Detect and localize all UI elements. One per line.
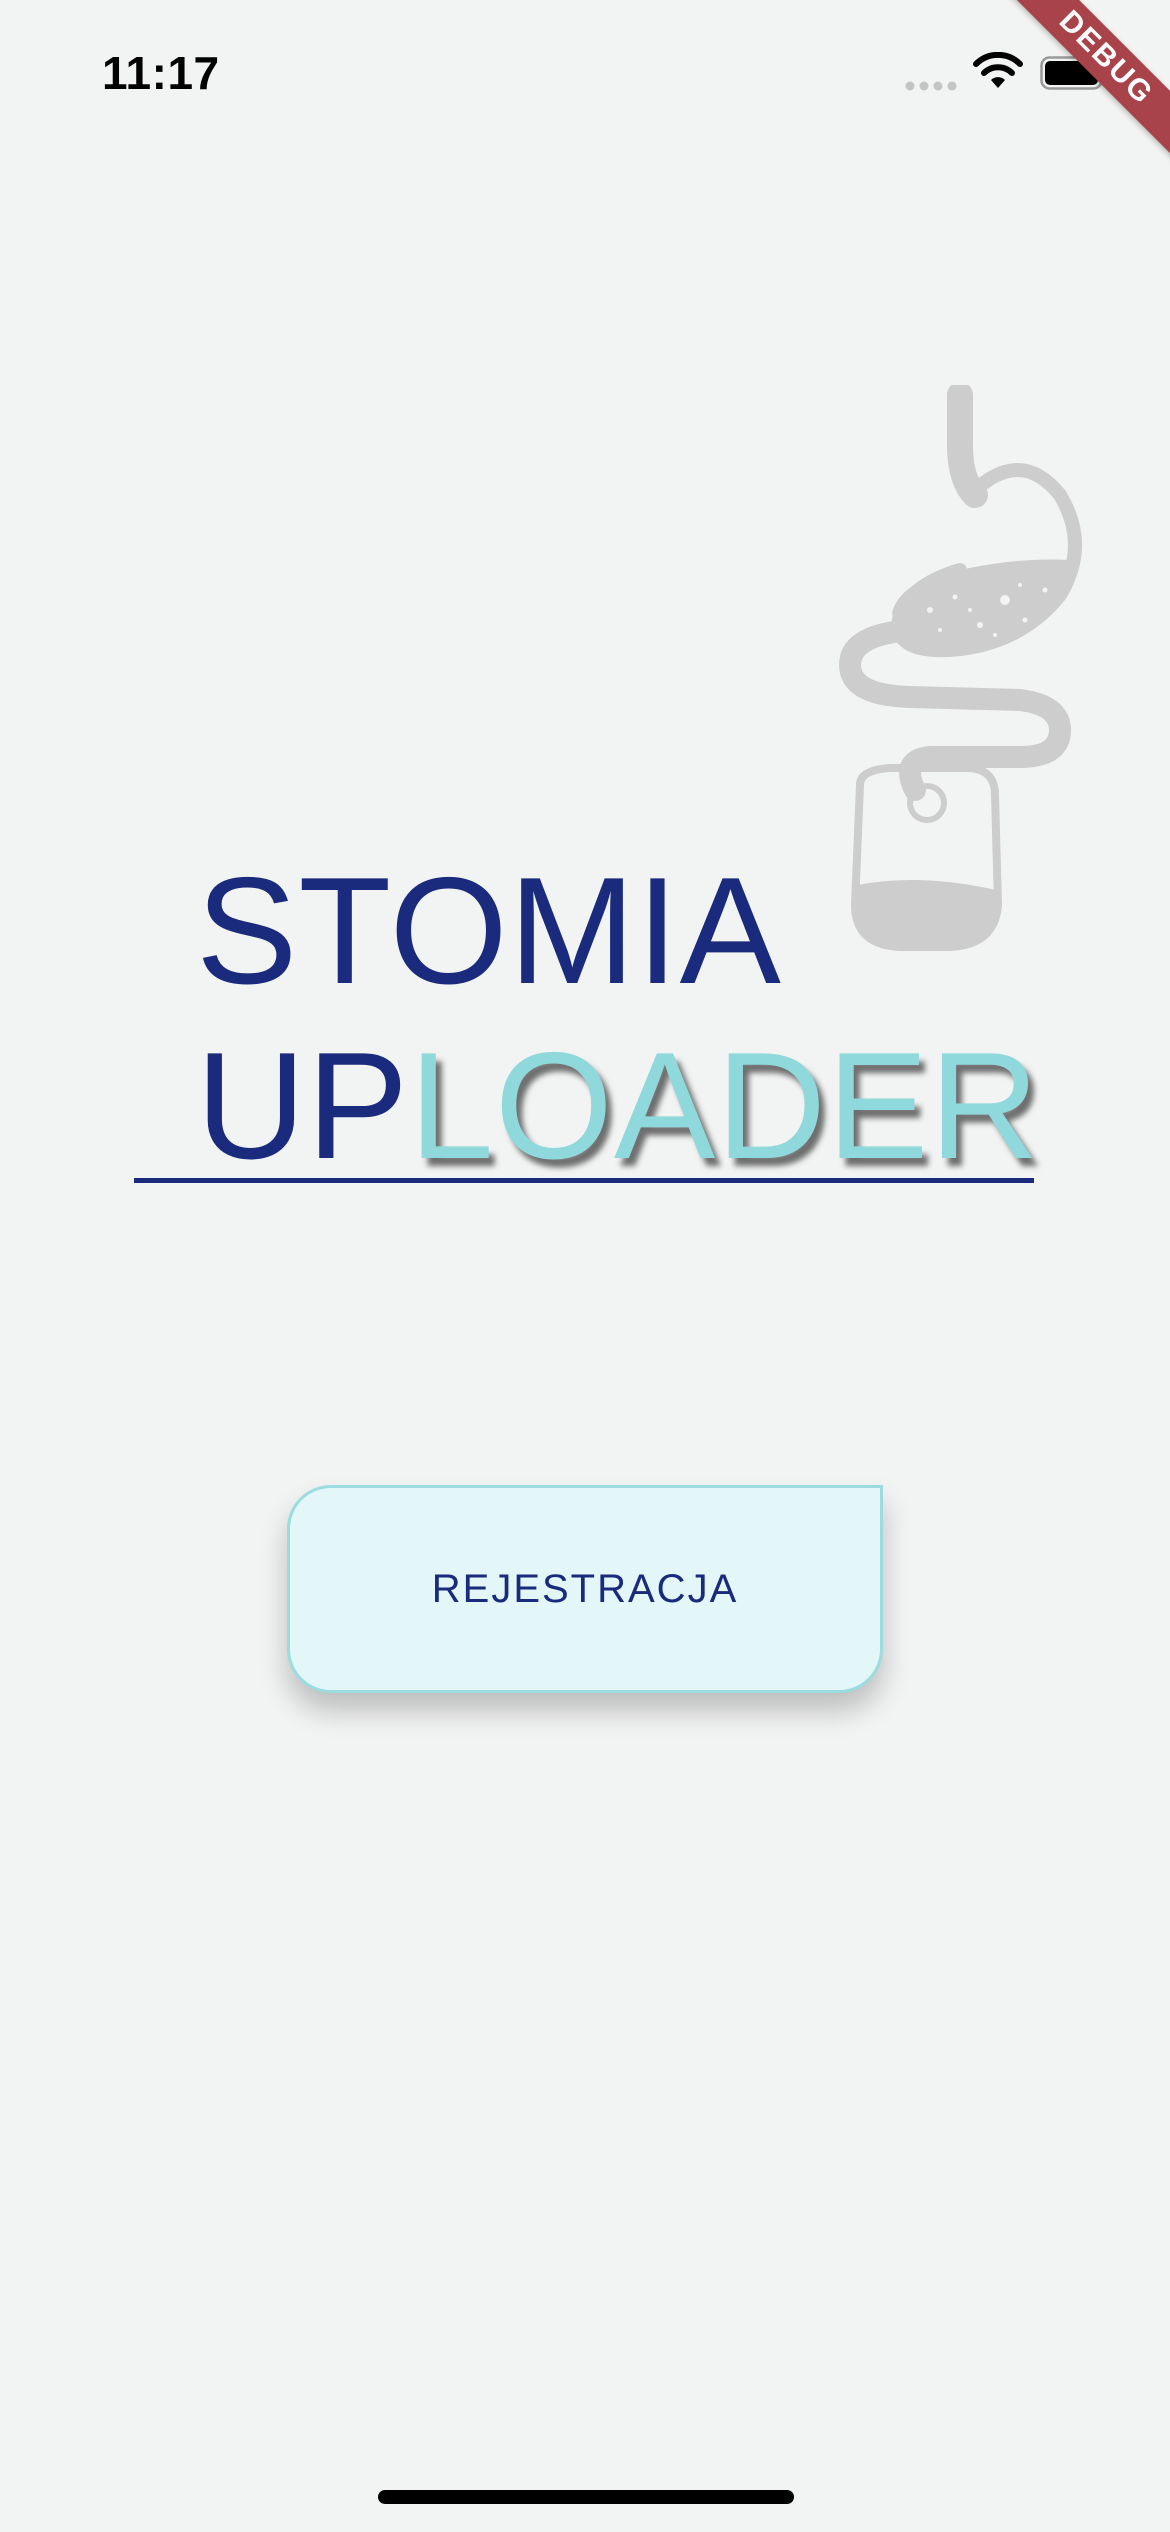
digestive-system-stoma-icon	[839, 385, 1082, 951]
app-title-line-2: UPLOADER	[196, 1030, 1040, 1182]
wifi-icon	[973, 52, 1023, 88]
title-underline-divider	[134, 1178, 1034, 1183]
status-time: 11:17	[102, 47, 220, 99]
register-button[interactable]: REJESTRACJA	[287, 1485, 883, 1693]
app-title-loader: LOADER	[409, 1021, 1041, 1191]
cellular-signal-icon	[905, 81, 957, 91]
app-title-up: UP	[196, 1021, 410, 1191]
home-indicator[interactable]	[378, 2490, 794, 2504]
register-button-label: REJESTRACJA	[431, 1566, 739, 1611]
app-title-line-1: STOMIA	[196, 846, 782, 1016]
